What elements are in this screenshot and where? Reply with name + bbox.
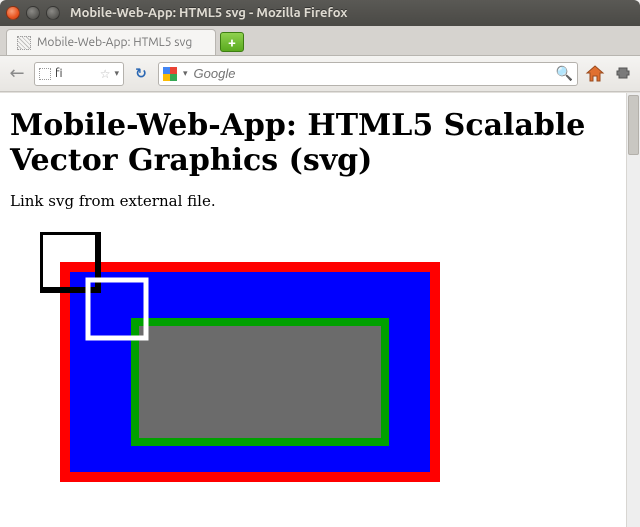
window-maximize-button[interactable] (46, 6, 60, 20)
plus-icon: + (228, 34, 236, 50)
window-titlebar[interactable]: Mobile-Web-App: HTML5 svg - Mozilla Fire… (0, 0, 640, 26)
svg-graphic (40, 232, 460, 482)
tab-label: Mobile-Web-App: HTML5 svg (37, 36, 192, 49)
reload-icon: ↻ (135, 65, 147, 82)
page-paragraph: Link svg from external file. (10, 192, 630, 210)
tab-favicon-icon (17, 36, 31, 50)
new-tab-button[interactable]: + (220, 32, 244, 52)
tab-strip: Mobile-Web-App: HTML5 svg + (0, 26, 640, 56)
browser-tab-active[interactable]: Mobile-Web-App: HTML5 svg (6, 29, 216, 55)
window-title: Mobile-Web-App: HTML5 svg - Mozilla Fire… (70, 6, 347, 20)
scrollbar-thumb[interactable] (628, 95, 639, 155)
back-arrow-icon: ← (9, 63, 24, 84)
google-engine-icon[interactable] (163, 67, 177, 81)
back-button[interactable]: ← (6, 63, 28, 85)
home-button[interactable] (584, 63, 606, 85)
page-body: Mobile-Web-App: HTML5 Scalable Vector Gr… (0, 93, 640, 492)
plugin-button[interactable] (612, 63, 634, 85)
page-heading: Mobile-Web-App: HTML5 Scalable Vector Gr… (10, 109, 630, 178)
reload-button[interactable]: ↻ (130, 63, 152, 85)
search-input[interactable] (194, 66, 550, 81)
search-engine-dropdown-icon[interactable]: ▾ (183, 68, 188, 79)
vertical-scrollbar[interactable] (626, 93, 640, 527)
navigation-toolbar: ← fi ☆ ▾ ↻ ▾ 🔍 (0, 56, 640, 92)
home-icon (585, 64, 605, 84)
svg-rect-gray (135, 322, 385, 442)
url-dropdown-icon[interactable]: ▾ (114, 68, 119, 79)
url-text: fi (55, 67, 96, 80)
page-viewport: Mobile-Web-App: HTML5 Scalable Vector Gr… (0, 92, 640, 527)
url-bar[interactable]: fi ☆ ▾ (34, 62, 124, 86)
window-minimize-button[interactable] (26, 6, 40, 20)
bookmark-star-icon[interactable]: ☆ (100, 67, 111, 81)
plugin-icon (614, 65, 632, 83)
page-favicon-icon (39, 68, 51, 80)
browser-window: Mobile-Web-App: HTML5 svg - Mozilla Fire… (0, 0, 640, 527)
search-bar[interactable]: ▾ 🔍 (158, 62, 578, 86)
window-close-button[interactable] (6, 6, 20, 20)
search-submit-icon[interactable]: 🔍 (556, 65, 573, 82)
